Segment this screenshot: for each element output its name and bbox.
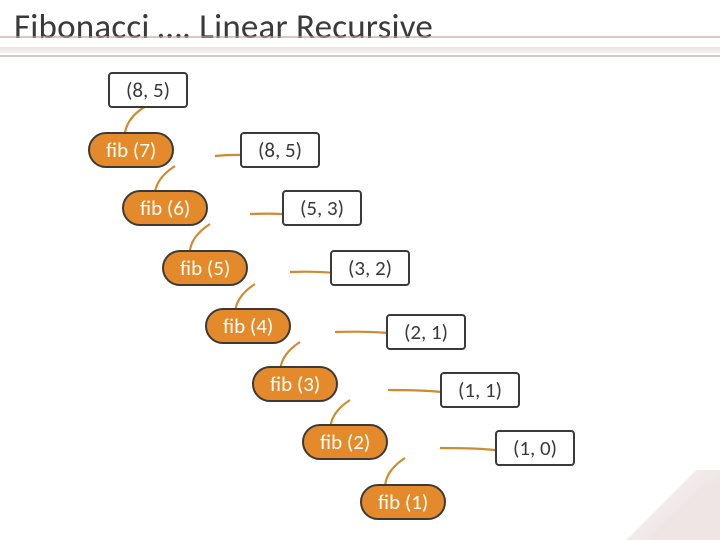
value-5-3: (5, 3)	[282, 190, 362, 226]
decor-line	[0, 36, 720, 38]
decor-line	[0, 47, 720, 53]
value-8-5: (8, 5)	[240, 132, 320, 168]
value-1-1: (1, 1)	[440, 372, 520, 408]
decor-line	[0, 55, 720, 57]
title-bar: Fibonacci …. Linear Recursive	[0, 0, 720, 64]
value-2-1: (2, 1)	[386, 314, 466, 350]
value-3-2: (3, 2)	[330, 250, 410, 286]
value-1-0: (1, 0)	[495, 430, 575, 466]
slide-corner-decor	[610, 470, 720, 540]
value-8-5-top: (8, 5)	[108, 72, 188, 108]
fib-1: fib (1)	[360, 484, 446, 520]
fib-4: fib (4)	[205, 308, 291, 344]
fib-5: fib (5)	[162, 250, 248, 286]
fib-7: fib (7)	[88, 132, 174, 168]
fib-2: fib (2)	[302, 424, 388, 460]
fib-3: fib (3)	[252, 366, 338, 402]
diagram-stage: (8, 5) fib (7) (8, 5) fib (6) (5, 3) fib…	[0, 64, 720, 540]
page-title: Fibonacci …. Linear Recursive	[14, 6, 706, 48]
fib-6: fib (6)	[122, 190, 208, 226]
